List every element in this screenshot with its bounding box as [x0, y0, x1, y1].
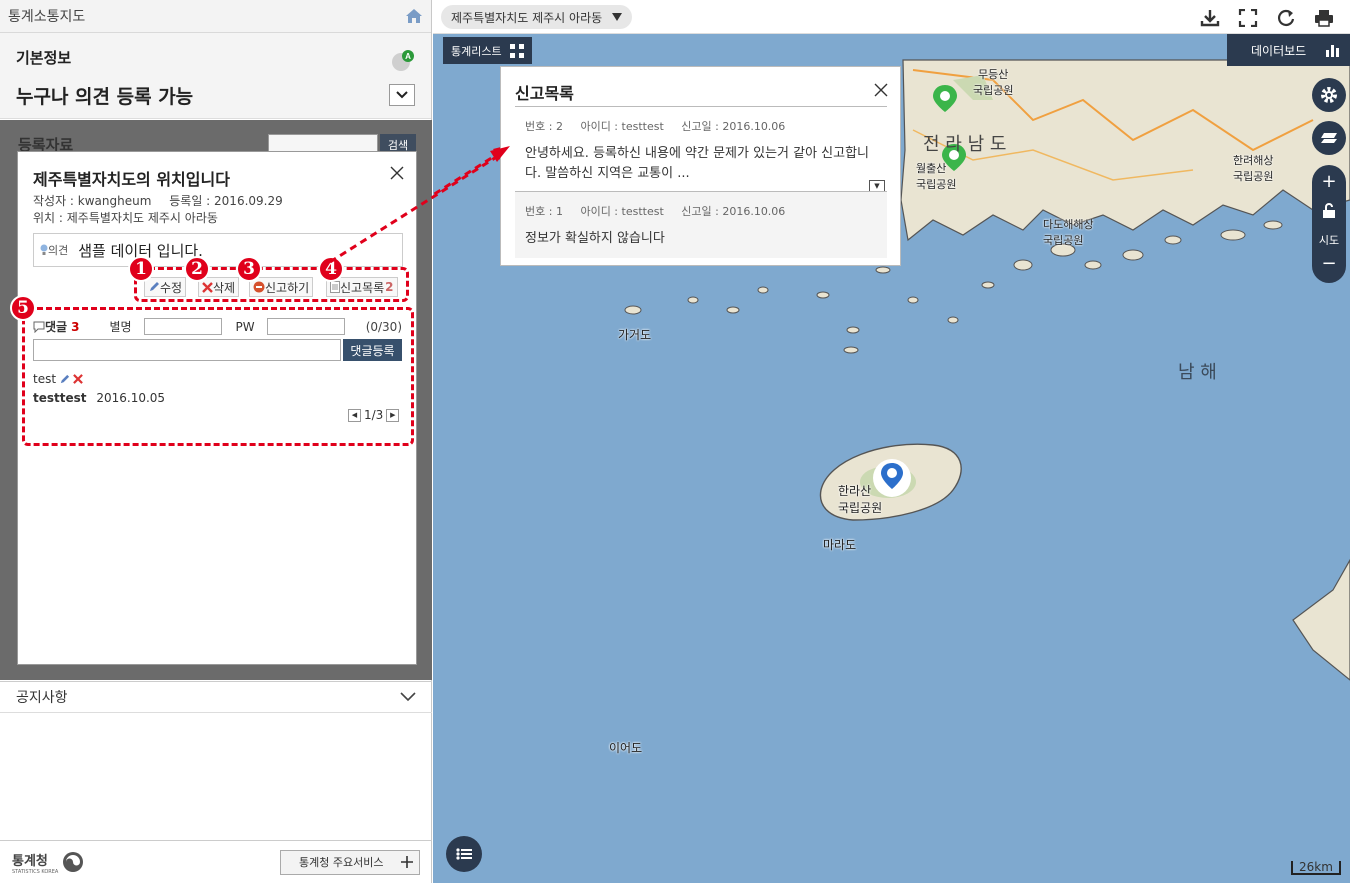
- map-label-ieodo: 이어도: [609, 741, 643, 755]
- logo-text: 통계청: [12, 853, 48, 869]
- svg-text:A: A: [405, 52, 411, 61]
- annotation-box-comments: [22, 307, 414, 446]
- annotation-3: 3: [236, 256, 262, 282]
- report-user: 아이디 : testtest: [580, 120, 664, 133]
- map-toolbar: 제주특별자치도 제주시 아라동: [433, 0, 1350, 34]
- report-date: 신고일 : 2016.10.06: [681, 120, 786, 133]
- annotation-5: 5: [10, 295, 36, 321]
- annotation-box-buttons: [134, 267, 409, 302]
- annotation-arrow: [433, 150, 502, 197]
- chevron-down-icon: [396, 91, 408, 99]
- globe-badge-icon: A: [392, 50, 414, 71]
- collapse-button[interactable]: [389, 84, 415, 106]
- data-board-button[interactable]: 데이터보드: [1227, 34, 1350, 66]
- japan-landmass: [1292, 558, 1350, 681]
- annotation-2: 2: [184, 256, 210, 282]
- report-no: 번호 : 2: [525, 120, 563, 133]
- footer: 통계청 STATISTICS KOREA 통계청 주요서비스: [0, 840, 432, 883]
- region-label: 제주특별자치도 제주시 아라동: [451, 10, 603, 25]
- layers-icon: [1321, 133, 1337, 143]
- report-item: 번호 : 1 아이디 : testtest 신고일 : 2016.10.06 정…: [515, 192, 887, 258]
- map-label-gageodo: 가거도: [618, 328, 652, 342]
- popup-reg-date: 등록일 : 2016.09.29: [169, 194, 283, 208]
- refresh-icon[interactable]: [1276, 9, 1296, 27]
- notice-title: 공지사항: [16, 690, 68, 706]
- map-label-namhae: 남 해: [1178, 362, 1217, 383]
- left-panel: 통계소통지도 기본정보 누구나 의견 등록 가능 A 등록자료 검색 제주특별자…: [0, 0, 432, 883]
- app-header: 통계소통지도: [0, 0, 431, 33]
- zoom-in-button[interactable]: +: [1312, 171, 1346, 192]
- basic-info-section: 기본정보 누구나 의견 등록 가능 A: [0, 33, 431, 119]
- report-user: 아이디 : testtest: [580, 205, 664, 218]
- map-label-mudeungsan: 무등산 국립공원: [973, 68, 1014, 97]
- popup-title: 제주특별자치도의 위치입니다: [33, 170, 230, 189]
- report-body: 안녕하세요. 등록하신 내용에 약간 문제가 있는거 같아 신고합니다. 말씀하…: [525, 146, 870, 181]
- logo-subtext: STATISTICS KOREA: [12, 868, 59, 875]
- basic-info-subtitle: 누구나 의견 등록 가능: [16, 86, 194, 108]
- unlock-icon[interactable]: [1322, 203, 1336, 219]
- lightbulb-icon: [40, 244, 48, 255]
- report-divider: [515, 106, 887, 107]
- report-no: 번호 : 1: [525, 205, 563, 218]
- logo-emblem-icon: [63, 852, 84, 872]
- opinion-label: 의견: [48, 244, 69, 257]
- opinion-box: 의견 샘플 데이터 입니다.: [33, 233, 403, 267]
- annotation-1: 1: [128, 256, 154, 282]
- layer-button[interactable]: [1312, 121, 1346, 155]
- report-item: 번호 : 2 아이디 : testtest 신고일 : 2016.10.06 안…: [515, 118, 887, 192]
- map-label-hallasan: 한라산 국립공원: [838, 484, 883, 515]
- stat-list-label: 통계리스트: [451, 44, 502, 58]
- close-icon[interactable]: [390, 166, 404, 180]
- print-icon[interactable]: [1314, 9, 1334, 27]
- chevron-down-icon: [400, 692, 416, 702]
- statistics-korea-logo: 통계청 STATISTICS KOREA: [12, 850, 84, 875]
- map-label-dadohae: 다도해해상 국립공원: [1043, 218, 1094, 247]
- report-item-meta: 번호 : 2 아이디 : testtest 신고일 : 2016.10.06: [515, 118, 887, 134]
- map-label-hallyeo: 한려해상 국립공원: [1233, 154, 1274, 183]
- grid-icon: [510, 43, 524, 58]
- popup-author: 작성자 : kwangheum: [33, 194, 152, 208]
- download-icon[interactable]: [1200, 9, 1220, 27]
- fullscreen-icon[interactable]: [1238, 9, 1258, 27]
- notice-section[interactable]: 공지사항: [0, 681, 432, 713]
- bar-chart-icon: [1326, 45, 1339, 57]
- region-selector[interactable]: 제주특별자치도 제주시 아라동: [441, 5, 633, 29]
- report-list-panel: 신고목록 번호 : 2 아이디 : testtest 신고일 : 2016.10…: [500, 66, 901, 266]
- close-icon[interactable]: [874, 83, 888, 97]
- main-services-label: 통계청 주요서비스: [299, 856, 384, 869]
- popup-location: 위치 : 제주특별자치도 제주시 아라동: [33, 211, 218, 225]
- map-scale: 26km: [1291, 861, 1341, 875]
- annotation-4: 4: [318, 256, 344, 282]
- map-label-wolchulsan: 월출산 국립공원: [916, 162, 957, 191]
- report-item-meta: 번호 : 1 아이디 : testtest 신고일 : 2016.10.06: [515, 203, 887, 219]
- app-title: 통계소통지도: [8, 9, 86, 25]
- home-icon[interactable]: [405, 8, 423, 24]
- main-services-button[interactable]: 통계청 주요서비스: [280, 849, 420, 875]
- list-icon: [456, 848, 472, 860]
- plus-icon: [401, 856, 413, 868]
- zoom-level-label: 시도: [1318, 234, 1340, 247]
- zoom-out-button[interactable]: −: [1312, 253, 1346, 274]
- map-label-jeonnam: 전 라 남 도: [923, 134, 1007, 155]
- map-area[interactable]: 무등산 국립공원 전 라 남 도 월출산 국립공원 한려해상 국립공원 다도해해상 국립…: [433, 0, 1350, 883]
- settings-button[interactable]: [1312, 78, 1346, 112]
- data-board-label: 데이터보드: [1251, 43, 1307, 58]
- caret-down-icon: [612, 13, 623, 21]
- gear-icon: [1321, 87, 1337, 103]
- basic-info-title: 기본정보: [16, 49, 72, 67]
- stat-list-button[interactable]: 통계리스트: [443, 37, 532, 64]
- report-panel-title: 신고목록: [515, 84, 574, 103]
- legend-list-button[interactable]: [446, 836, 482, 872]
- zoom-control: + 시도 −: [1312, 165, 1346, 283]
- map-label-marado: 마라도: [823, 538, 857, 552]
- popup-meta: 작성자 : kwangheum 등록일 : 2016.09.29: [33, 192, 297, 209]
- report-date: 신고일 : 2016.10.06: [681, 205, 786, 218]
- report-body: 정보가 확실하지 않습니다: [525, 231, 665, 246]
